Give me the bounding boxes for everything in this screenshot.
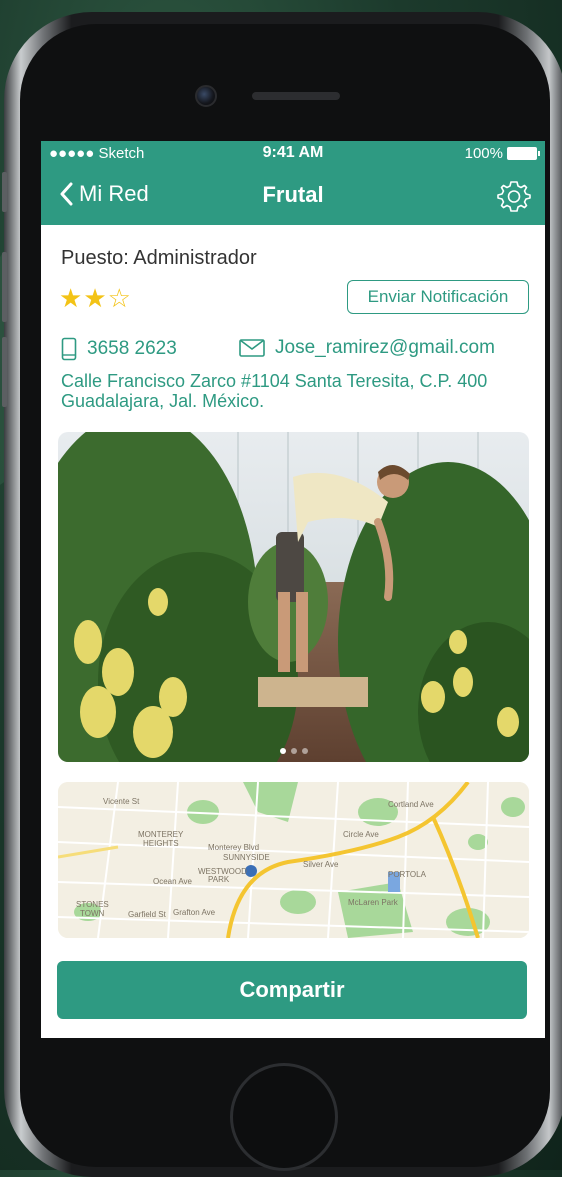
svg-text:MONTEREY: MONTEREY: [138, 830, 184, 839]
mute-switch: [2, 172, 7, 212]
carousel-pager[interactable]: [58, 748, 529, 754]
phone-number: 3658 2623: [87, 338, 177, 359]
map-view: Vicente St MONTEREY HEIGHTS Monterey Blv…: [58, 782, 529, 938]
battery-icon: [507, 147, 540, 160]
email-contact[interactable]: Jose_ramirez@gmail.com: [239, 337, 495, 359]
carousel-dot[interactable]: [279, 748, 286, 754]
svg-text:Cortland Ave: Cortland Ave: [388, 800, 434, 809]
svg-text:Grafton Ave: Grafton Ave: [173, 908, 216, 917]
greenhouse-photo: [58, 432, 529, 762]
carousel-dot[interactable]: [301, 748, 308, 754]
volume-down-button: [2, 337, 7, 407]
address: Calle Francisco Zarco #1104 Santa Teresi…: [61, 371, 488, 411]
svg-text:PARK: PARK: [208, 875, 230, 884]
svg-text:Ocean Ave: Ocean Ave: [153, 877, 193, 886]
star-empty-icon: ☆: [107, 283, 132, 313]
role-label: Puesto: Administrador: [61, 247, 257, 269]
star-filled-icon: ★: [83, 283, 108, 313]
svg-text:Silver Ave: Silver Ave: [303, 860, 339, 869]
phone-contact[interactable]: 3658 2623: [61, 337, 177, 361]
svg-text:Circle Ave: Circle Ave: [343, 830, 379, 839]
svg-text:SUNNYSIDE: SUNNYSIDE: [223, 853, 270, 862]
location-map[interactable]: Vicente St MONTEREY HEIGHTS Monterey Blv…: [58, 782, 529, 938]
star-filled-icon: ★: [59, 283, 84, 313]
status-bar: ●●●●● Sketch 9:41 AM 100%: [41, 141, 545, 167]
share-button[interactable]: Compartir: [57, 961, 527, 1019]
svg-text:STONES: STONES: [76, 900, 109, 909]
mobile-phone-icon: [61, 337, 77, 361]
earpiece-speaker: [252, 92, 340, 100]
svg-text:Monterey Blvd: Monterey Blvd: [208, 843, 259, 852]
navigation-bar: Mi Red Frutal: [41, 167, 545, 225]
svg-text:PORTOLA: PORTOLA: [388, 870, 427, 879]
home-button[interactable]: [230, 1063, 338, 1171]
app-screen: ●●●●● Sketch 9:41 AM 100% Mi Red Frutal …: [41, 141, 545, 1038]
gear-icon[interactable]: [497, 179, 531, 213]
svg-text:Vicente St: Vicente St: [103, 797, 140, 806]
svg-text:TOWN: TOWN: [80, 909, 105, 918]
battery-indicator: 100%: [464, 145, 540, 162]
page-title: Frutal: [262, 182, 324, 207]
front-camera: [195, 85, 217, 107]
battery-percent: 100%: [464, 145, 503, 162]
email-address: Jose_ramirez@gmail.com: [275, 337, 495, 358]
envelope-icon: [239, 339, 265, 357]
svg-text:McLaren Park: McLaren Park: [348, 898, 399, 907]
carousel-dot[interactable]: [290, 748, 297, 754]
volume-up-button: [2, 252, 7, 322]
send-notification-button[interactable]: Enviar Notificación: [347, 280, 529, 314]
rating-stars: ★★☆: [59, 283, 132, 314]
svg-text:Garfield St: Garfield St: [128, 910, 167, 919]
svg-text:HEIGHTS: HEIGHTS: [143, 839, 179, 848]
photo-carousel[interactable]: [58, 432, 529, 762]
